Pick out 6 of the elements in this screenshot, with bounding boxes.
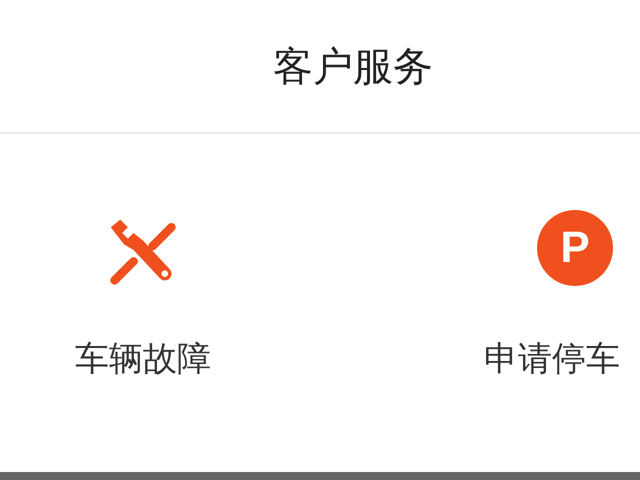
service-label: 车辆故障: [75, 338, 211, 381]
service-label: 申请停车: [484, 338, 620, 381]
service-item[interactable]: P 申请停车: [286, 210, 640, 472]
service-item[interactable]: 车辆故障: [0, 210, 286, 472]
parking-icon: P: [537, 210, 613, 286]
page-title: 客户服务: [273, 42, 433, 92]
